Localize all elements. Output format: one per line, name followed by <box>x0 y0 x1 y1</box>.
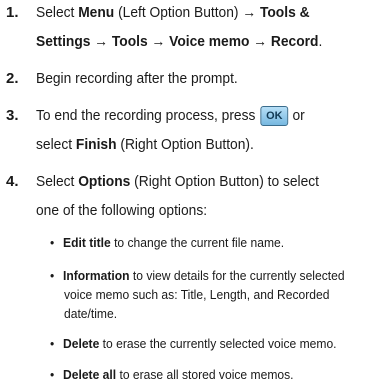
text: (Right Option Button) to select <box>130 173 320 190</box>
menu-path-term: Tools & <box>259 4 310 21</box>
text: (Right Option Button). <box>116 136 254 153</box>
list-item-continuation: voice memo such as: Title, Length, and R… <box>64 287 330 302</box>
menu-path-term: Settings → Tools → Voice memo → Record <box>36 33 319 50</box>
step-number: 1. <box>6 4 19 21</box>
step-text: one of the following options: <box>36 202 208 219</box>
bullet-icon: • <box>50 336 55 351</box>
list-item: • Edit title to change the current file n… <box>50 233 284 252</box>
option-name: Information <box>63 268 130 283</box>
step-text: Begin recording after the prompt. <box>36 70 238 87</box>
step-text: Select Options (Right Option Button) to … <box>36 169 319 195</box>
step-number: 3. <box>6 107 19 124</box>
text: . <box>318 33 323 50</box>
list-item-continuation: date/time. <box>64 306 118 321</box>
option-desc: to view details for the currently select… <box>129 268 345 283</box>
options-term: Options <box>78 173 131 190</box>
list-item: • Delete all to erase all stored voice me… <box>50 365 294 384</box>
option-desc: to erase the currently selected voice me… <box>99 336 337 351</box>
finish-term: Finish <box>75 136 117 153</box>
menu-term: Menu <box>78 4 115 21</box>
option-name: Delete all <box>63 367 117 382</box>
option-desc: to erase all stored voice memos. <box>116 367 294 382</box>
step-text: Select Menu (Left Option Button) → Tools… <box>36 0 310 26</box>
option-name: Delete <box>63 336 100 351</box>
step-text: Settings → Tools → Voice memo → Record. <box>36 29 322 55</box>
list-item: • Delete to erase the currently selected … <box>50 334 337 353</box>
option-desc: to change the current file name. <box>110 235 285 250</box>
list-item: • Information to view details for the cur… <box>50 266 345 285</box>
text: or <box>288 107 305 124</box>
option-name: Edit title <box>63 235 111 250</box>
bullet-icon: • <box>50 367 55 382</box>
text: Select <box>36 4 79 21</box>
step-text: select Finish (Right Option Button). <box>36 132 254 158</box>
bullet-icon: • <box>50 235 55 250</box>
text: Select <box>36 173 79 190</box>
text: select <box>36 136 76 153</box>
step-number: 4. <box>6 173 19 190</box>
step-number: 2. <box>6 70 19 87</box>
text: To end the recording process, press <box>36 107 260 124</box>
ok-key-icon: OK <box>260 106 288 127</box>
text: (Left Option Button) → <box>114 4 260 21</box>
bullet-icon: • <box>50 268 55 283</box>
step-text: To end the recording process, press OK o… <box>36 103 305 129</box>
manual-page: 1. Select Menu (Left Option Button) → To… <box>0 0 383 389</box>
